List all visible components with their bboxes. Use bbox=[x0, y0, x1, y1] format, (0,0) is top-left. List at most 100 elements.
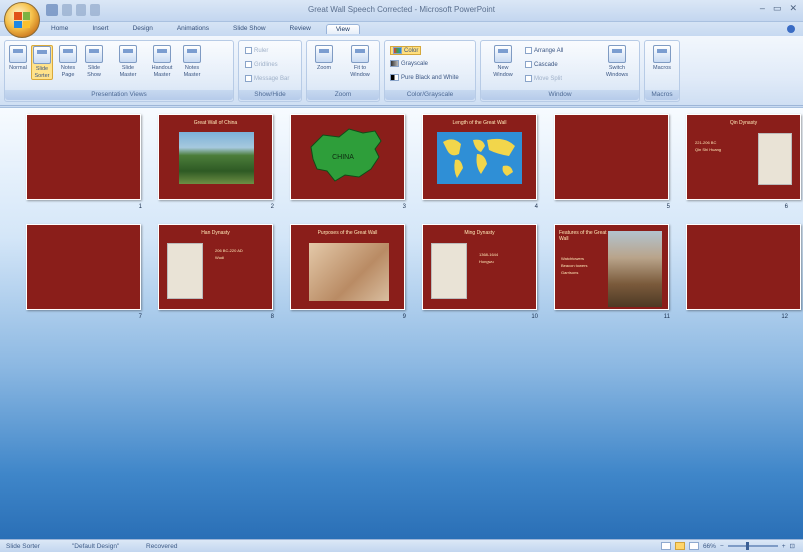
slide-number: 10 bbox=[531, 314, 538, 320]
cascade-button[interactable]: Cascade bbox=[525, 61, 558, 68]
normal-view-icon[interactable] bbox=[660, 542, 671, 550]
arrange-all-icon bbox=[525, 47, 532, 54]
color-button[interactable]: Color bbox=[390, 46, 422, 55]
slide-bullets: 1368-1644 Hongwu bbox=[479, 252, 499, 264]
switch-windows-button[interactable]: Switch Windows bbox=[599, 45, 635, 78]
move-split-icon bbox=[525, 75, 532, 82]
fit-to-window-button[interactable]: Fit to Window bbox=[345, 45, 375, 78]
group-label-macros: Macros bbox=[645, 90, 679, 100]
zoom-controls: 66% − + ⊡ bbox=[660, 542, 795, 550]
terracotta-soldiers-photo bbox=[309, 243, 389, 301]
tab-view[interactable]: View bbox=[325, 24, 360, 34]
status-language: Recovered bbox=[146, 543, 178, 550]
portrait-drawing bbox=[758, 133, 792, 185]
slide-thumbnail-2[interactable]: Great Wall of China bbox=[158, 114, 273, 200]
handout-master-icon bbox=[153, 45, 171, 63]
group-label-show-hide: Show/Hide bbox=[239, 90, 301, 100]
slide-thumbnail-9[interactable]: Purposes of the Great Wall bbox=[290, 224, 405, 310]
portrait-drawing bbox=[431, 243, 467, 299]
window-title: Great Wall Speech Corrected - Microsoft … bbox=[308, 5, 495, 14]
slide-number: 12 bbox=[781, 314, 788, 320]
minimize-icon[interactable]: – bbox=[760, 3, 765, 14]
group-presentation-views: Normal Slide Sorter Notes Page Slide Sho… bbox=[4, 40, 234, 102]
china-map-image: CHINA bbox=[310, 128, 382, 182]
grayscale-swatch-icon bbox=[390, 60, 399, 67]
notes-page-icon bbox=[59, 45, 77, 63]
slide-number: 6 bbox=[784, 204, 788, 210]
cascade-icon bbox=[525, 61, 532, 68]
title-bar: Great Wall Speech Corrected - Microsoft … bbox=[0, 0, 803, 38]
ribbon-tabs: Home Insert Design Animations Slide Show Revi… bbox=[42, 24, 360, 34]
slide-title: Qin Dynasty bbox=[729, 120, 758, 126]
notes-page-button[interactable]: Notes Page bbox=[57, 45, 79, 78]
tab-home[interactable]: Home bbox=[42, 24, 77, 34]
zoom-level[interactable]: 66% bbox=[703, 543, 716, 550]
slide-thumbnail-3[interactable]: CHINA bbox=[290, 114, 405, 200]
slide-title: Purposes of the Great Wall bbox=[317, 230, 378, 236]
tab-insert[interactable]: Insert bbox=[83, 24, 117, 34]
pure-black-white-button[interactable]: Pure Black and White bbox=[390, 74, 459, 81]
group-label-window: Window bbox=[481, 90, 639, 100]
move-split-button[interactable]: Move Split bbox=[525, 75, 562, 82]
slide-sorter-view-button[interactable]: Slide Sorter bbox=[31, 45, 53, 80]
slide-thumbnail-1[interactable] bbox=[26, 114, 141, 200]
slide-title: Ming Dynasty bbox=[464, 230, 495, 236]
slide-thumbnail-6[interactable]: Qin Dynasty 221-206 BC Qin Shi Huang bbox=[686, 114, 801, 200]
slide-thumbnail-8[interactable]: Han Dynasty 206 BC-220 AD Wudi bbox=[158, 224, 273, 310]
slide-show-icon bbox=[85, 45, 103, 63]
slide-thumbnail-10[interactable]: Ming Dynasty 1368-1644 Hongwu bbox=[422, 224, 537, 310]
slide-thumbnail-11[interactable]: Features of the Great Wall Watchtowers B… bbox=[554, 224, 669, 310]
slide-number: 1 bbox=[138, 204, 142, 210]
normal-view-button[interactable]: Normal bbox=[7, 45, 29, 72]
notes-master-button[interactable]: Notes Master bbox=[181, 45, 203, 78]
group-show-hide: Ruler Gridlines Message Bar Show/Hide bbox=[238, 40, 302, 102]
slide-show-view-icon[interactable] bbox=[688, 542, 699, 550]
tab-review[interactable]: Review bbox=[281, 24, 320, 34]
close-icon[interactable]: ✕ bbox=[789, 3, 797, 14]
message-bar-checkbox[interactable]: Message Bar bbox=[245, 75, 289, 82]
tab-animations[interactable]: Animations bbox=[168, 24, 218, 34]
slide-bullets: 206 BC-220 AD Wudi bbox=[215, 248, 243, 260]
maximize-icon[interactable]: ▭ bbox=[773, 3, 782, 14]
slide-number: 2 bbox=[270, 204, 274, 210]
black-white-swatch-icon bbox=[390, 74, 399, 81]
tab-slide-show[interactable]: Slide Show bbox=[224, 24, 275, 34]
slide-number: 7 bbox=[138, 314, 142, 320]
slide-show-button[interactable]: Slide Show bbox=[83, 45, 105, 78]
slide-number: 3 bbox=[402, 204, 406, 210]
zoom-slider[interactable] bbox=[727, 542, 778, 550]
slide-number: 4 bbox=[534, 204, 538, 210]
fit-slide-icon[interactable]: ⊡ bbox=[790, 542, 795, 550]
group-label-presentation-views: Presentation Views bbox=[5, 90, 233, 100]
zoom-out-icon[interactable]: − bbox=[720, 543, 724, 550]
gridlines-checkbox[interactable]: Gridlines bbox=[245, 61, 278, 68]
macros-icon bbox=[653, 45, 671, 63]
portrait-drawing bbox=[167, 243, 203, 299]
slide-thumbnail-12[interactable] bbox=[686, 224, 801, 310]
slide-number: 5 bbox=[666, 204, 670, 210]
slide-thumbnail-5[interactable] bbox=[554, 114, 669, 200]
slide-sorter-icon bbox=[33, 46, 51, 64]
slide-title: Han Dynasty bbox=[201, 230, 230, 236]
slide-sorter-view-icon[interactable] bbox=[674, 542, 685, 550]
tab-design[interactable]: Design bbox=[124, 24, 162, 34]
handout-master-button[interactable]: Handout Master bbox=[147, 45, 177, 78]
great-wall-photo bbox=[608, 231, 662, 307]
grayscale-button[interactable]: Grayscale bbox=[390, 60, 428, 67]
slide-number: 9 bbox=[402, 314, 406, 320]
new-window-button[interactable]: New Window bbox=[489, 45, 517, 78]
arrange-all-button[interactable]: Arrange All bbox=[525, 47, 563, 54]
slide-thumbnail-7[interactable] bbox=[26, 224, 141, 310]
slide-master-button[interactable]: Slide Master bbox=[117, 45, 139, 78]
help-icon[interactable] bbox=[787, 25, 795, 33]
slide-number: 8 bbox=[270, 314, 274, 320]
status-bar: Slide Sorter "Default Design" Recovered … bbox=[0, 539, 803, 552]
zoom-button[interactable]: Zoom bbox=[313, 45, 335, 72]
ruler-checkbox[interactable]: Ruler bbox=[245, 47, 268, 54]
slide-thumbnail-4[interactable]: Length of the Great Wall bbox=[422, 114, 537, 200]
macros-button[interactable]: Macros bbox=[651, 45, 673, 72]
office-button[interactable] bbox=[4, 2, 40, 38]
great-wall-photo bbox=[179, 132, 254, 184]
slide-number: 11 bbox=[663, 314, 670, 320]
zoom-in-icon[interactable]: + bbox=[782, 543, 786, 550]
